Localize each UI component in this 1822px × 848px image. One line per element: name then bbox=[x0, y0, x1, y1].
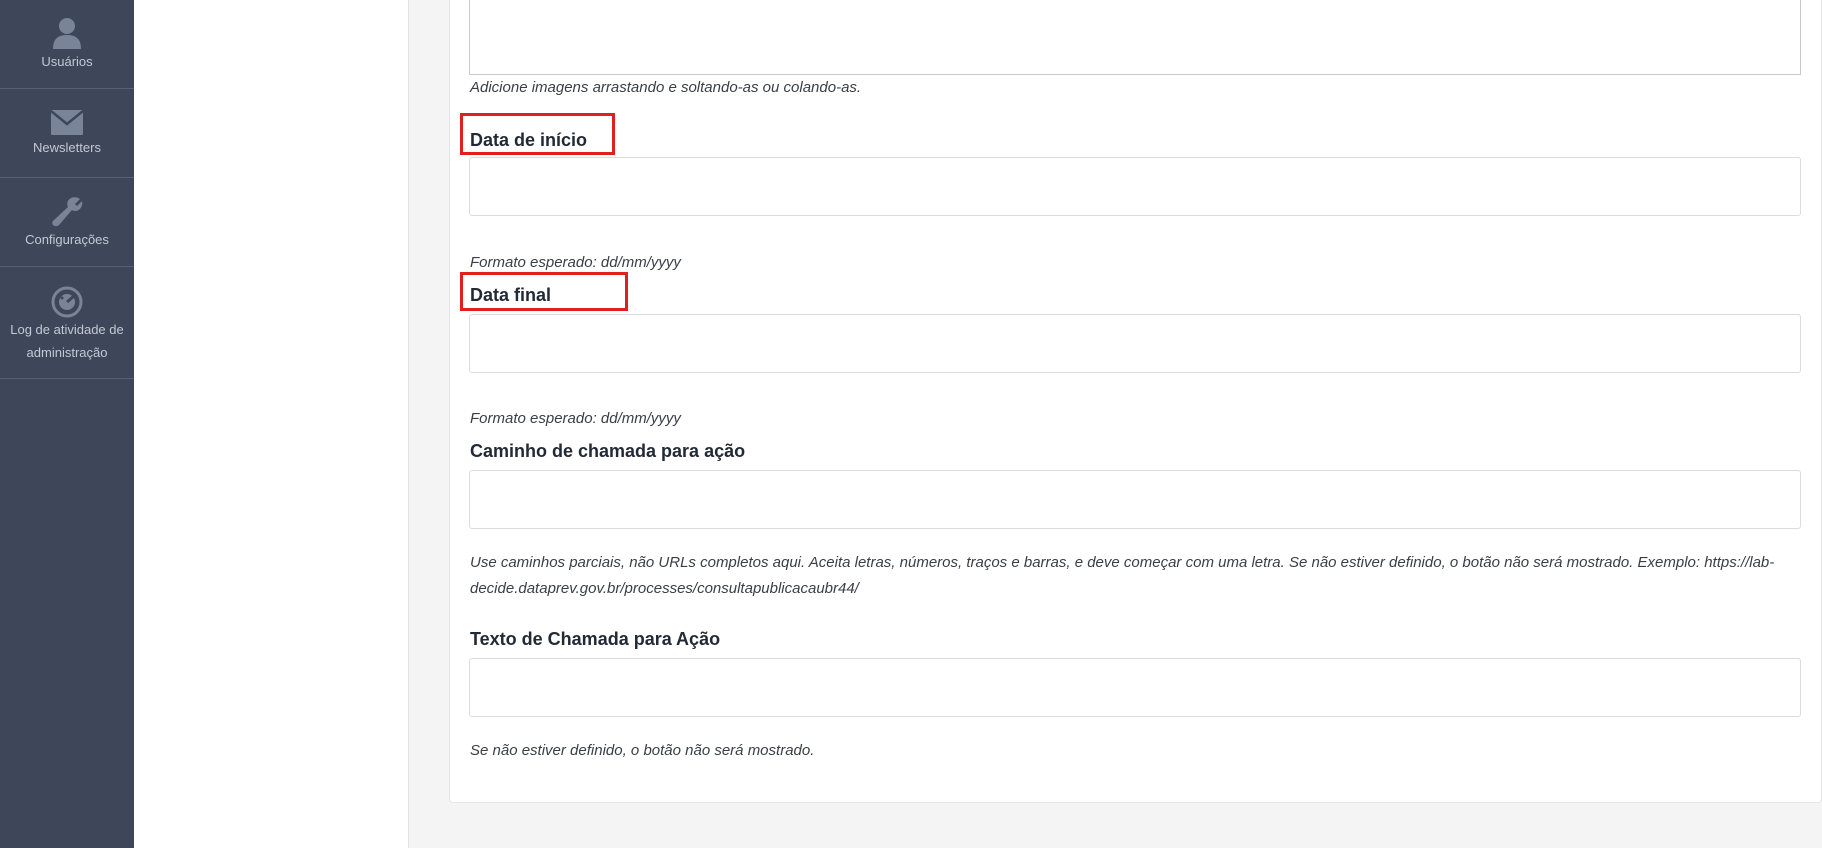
cta-text-help-text: Se não estiver definido, o botão não ser… bbox=[470, 742, 815, 759]
wrench-icon bbox=[0, 196, 134, 228]
cta-path-input[interactable] bbox=[469, 470, 1801, 529]
description-help-text: Adicione imagens arrastando e soltando-a… bbox=[470, 79, 862, 96]
end-date-highlight-box bbox=[460, 272, 628, 311]
cta-path-label: Caminho de chamada para ação bbox=[470, 441, 746, 461]
sidebar-item-users[interactable]: Usuários bbox=[0, 0, 134, 89]
sidebar-item-label: Log de atividade de administração bbox=[10, 322, 124, 360]
sidebar-item-activity-log[interactable]: Log de atividade de administração bbox=[0, 267, 134, 379]
start-date-input[interactable] bbox=[469, 157, 1801, 216]
cta-path-help-text: Use caminhos parciais, não URLs completo… bbox=[470, 554, 1775, 597]
activity-log-icon bbox=[0, 286, 134, 318]
cta-text-label: Texto de Chamada para Ação bbox=[470, 629, 721, 649]
description-editor[interactable] bbox=[469, 0, 1801, 75]
sidebar-item-label: Newsletters bbox=[33, 140, 101, 155]
sidebar-item-label: Usuários bbox=[41, 54, 93, 69]
end-date-input[interactable] bbox=[469, 314, 1801, 373]
start-date-highlight-box bbox=[460, 113, 615, 155]
user-icon bbox=[0, 16, 134, 50]
sidebar-item-settings[interactable]: Configurações bbox=[0, 178, 134, 267]
sidebar-item-newsletters[interactable]: Newsletters bbox=[0, 89, 134, 178]
end-date-help-text: Formato esperado: dd/mm/yyyy bbox=[470, 410, 681, 427]
secondary-nav-panel bbox=[134, 0, 409, 848]
admin-sidebar: Usuários Newsletters Configurações Log d… bbox=[0, 0, 134, 848]
cta-text-input[interactable] bbox=[469, 658, 1801, 717]
sidebar-item-label: Configurações bbox=[25, 232, 109, 247]
envelope-icon bbox=[0, 110, 134, 135]
